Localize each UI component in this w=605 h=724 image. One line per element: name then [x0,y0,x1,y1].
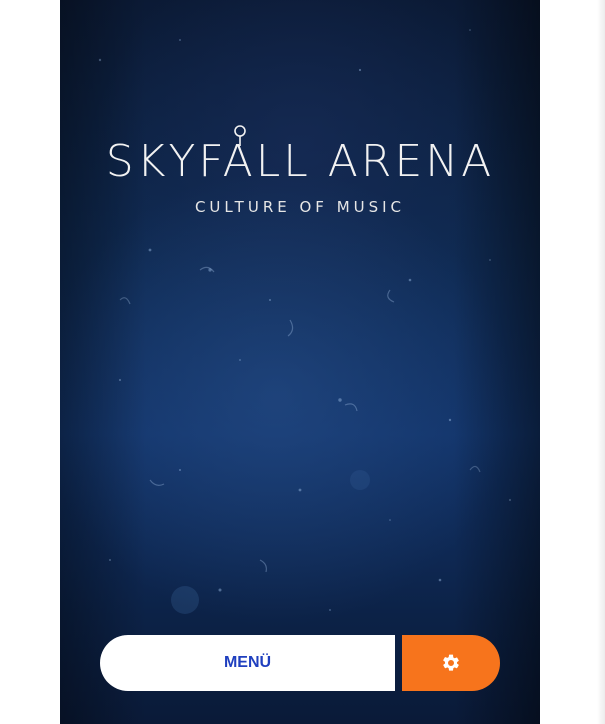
menu-button[interactable]: MENÜ [100,635,395,691]
right-edge [597,0,605,724]
settings-button[interactable] [402,635,500,691]
page: SKYFALL ARENA CULTURE OF MUSIC MENÜ [0,0,605,724]
menu-button-label: MENÜ [223,654,272,671]
brand-title: SKYFALL ARENA [105,136,495,187]
microphone-icon [234,125,246,146]
brand-subtitle: CULTURE OF MUSIC [194,198,406,216]
gear-icon [443,654,459,671]
bottom-action-bar: MENÜ [100,635,500,691]
hero-background: SKYFALL ARENA CULTURE OF MUSIC [60,0,540,724]
brand-logo: SKYFALL ARENA CULTURE OF MUSIC [60,120,540,216]
hero-shade [60,0,540,724]
